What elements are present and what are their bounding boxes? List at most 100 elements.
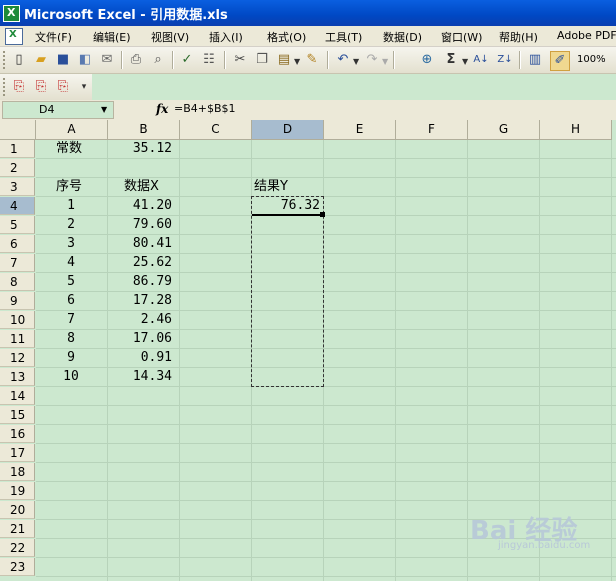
cut-icon[interactable]: ✂ [231, 51, 249, 69]
row-header-19[interactable]: 19 [0, 482, 35, 500]
row-header-11[interactable]: 11 [0, 330, 35, 348]
menu-edit[interactable]: 编辑(E) [93, 29, 131, 45]
cell-a4[interactable]: 1 [36, 197, 88, 215]
cell-b9[interactable]: 17.28 [108, 292, 172, 310]
name-box-dropdown-arrow[interactable]: ▼ [101, 105, 107, 114]
menu-data[interactable]: 数据(D) [383, 29, 422, 45]
cell-b13[interactable]: 14.34 [108, 368, 172, 386]
drawing-icon[interactable]: ✐ [550, 51, 570, 71]
column-header-a[interactable]: A [36, 120, 108, 140]
formula-input[interactable]: =B4+$B$1 [174, 102, 236, 115]
cell-b10[interactable]: 2.46 [108, 311, 172, 329]
cell-a1[interactable]: 常数 [56, 140, 116, 158]
column-header-b[interactable]: B [108, 120, 180, 140]
paste-icon[interactable]: ▤ [275, 51, 293, 69]
row-header-17[interactable]: 17 [0, 444, 35, 462]
selection-range[interactable] [251, 196, 324, 387]
row-header-7[interactable]: 7 [0, 254, 35, 272]
cell-d3[interactable]: 结果Y [254, 178, 324, 196]
row-header-21[interactable]: 21 [0, 520, 35, 538]
document-icon[interactable] [5, 28, 23, 45]
cell-a3[interactable]: 序号 [56, 178, 116, 196]
chart-wizard-icon[interactable]: ▥ [526, 51, 544, 69]
undo-dropdown-arrow[interactable]: ▼ [353, 57, 359, 66]
row-header-10[interactable]: 10 [0, 311, 35, 329]
pdf-email-icon[interactable]: ⎘ [32, 78, 50, 96]
row-header-15[interactable]: 15 [0, 406, 35, 424]
cell-b1[interactable]: 35.12 [108, 140, 172, 158]
row-header-5[interactable]: 5 [0, 216, 35, 234]
cell-b8[interactable]: 86.79 [108, 273, 172, 291]
row-header-23[interactable]: 23 [0, 558, 35, 576]
cell-b6[interactable]: 80.41 [108, 235, 172, 253]
cell-b3[interactable]: 数据X [124, 178, 204, 196]
undo-icon[interactable]: ↶ [334, 51, 352, 69]
select-all-corner[interactable] [0, 120, 36, 140]
cell-a13[interactable]: 10 [36, 368, 88, 386]
cell-b7[interactable]: 25.62 [108, 254, 172, 272]
cell-a7[interactable]: 4 [36, 254, 88, 272]
research-icon[interactable]: ☷ [200, 51, 218, 69]
fill-handle[interactable] [320, 212, 325, 217]
row-header-22[interactable]: 22 [0, 539, 35, 557]
menu-help[interactable]: 帮助(H) [499, 29, 538, 45]
row-header-3[interactable]: 3 [0, 178, 35, 196]
menu-window[interactable]: 窗口(W) [441, 29, 482, 45]
menu-view[interactable]: 视图(V) [151, 29, 189, 45]
cell-a10[interactable]: 7 [36, 311, 88, 329]
row-header-20[interactable]: 20 [0, 501, 35, 519]
row-header-13[interactable]: 13 [0, 368, 35, 386]
sort-ascending-icon[interactable]: A↓ [472, 51, 490, 69]
column-header-d[interactable]: D [252, 120, 324, 140]
convert-to-pdf-icon[interactable]: ⎘ [10, 78, 28, 96]
hyperlink-icon[interactable]: ⊕ [418, 51, 436, 69]
save-icon[interactable]: ■ [54, 51, 72, 69]
cell-a8[interactable]: 5 [36, 273, 88, 291]
pdf-review-icon[interactable]: ⎘ [54, 78, 72, 96]
redo-dropdown-arrow[interactable]: ▼ [382, 57, 388, 66]
menu-tools[interactable]: 工具(T) [325, 29, 362, 45]
menu-insert[interactable]: 插入(I) [209, 29, 243, 45]
paste-dropdown-arrow[interactable]: ▼ [294, 57, 300, 66]
column-header-g[interactable]: G [468, 120, 540, 140]
row-header-4[interactable]: 4 [0, 197, 35, 215]
copy-icon[interactable]: ❐ [253, 51, 271, 69]
column-header-c[interactable]: C [180, 120, 252, 140]
row-header-16[interactable]: 16 [0, 425, 35, 443]
cell-b12[interactable]: 0.91 [108, 349, 172, 367]
row-header-2[interactable]: 2 [0, 159, 35, 177]
cell-a5[interactable]: 2 [36, 216, 88, 234]
autosum-dropdown-arrow[interactable]: ▼ [462, 57, 468, 66]
insert-function-icon[interactable]: fx [156, 102, 168, 116]
cell-a12[interactable]: 9 [36, 349, 88, 367]
redo-icon[interactable]: ↷ [363, 51, 381, 69]
sort-descending-icon[interactable]: Z↓ [496, 51, 514, 69]
cell-b4[interactable]: 41.20 [108, 197, 172, 215]
toolbar-grip[interactable] [3, 78, 8, 96]
new-icon[interactable]: ▯ [10, 51, 28, 69]
name-box[interactable]: D4 ▼ [2, 101, 114, 119]
print-preview-icon[interactable]: ⌕ [149, 51, 167, 69]
permission-icon[interactable]: ◧ [76, 51, 94, 69]
menu-file[interactable]: 文件(F) [35, 29, 72, 45]
cell-b11[interactable]: 17.06 [108, 330, 172, 348]
row-header-1[interactable]: 1 [0, 140, 35, 158]
cell-a6[interactable]: 3 [36, 235, 88, 253]
toolbar-options-icon[interactable]: ▾ [78, 78, 90, 96]
print-icon[interactable]: ⎙ [127, 51, 145, 69]
row-header-9[interactable]: 9 [0, 292, 35, 310]
zoom-level[interactable]: 100% [577, 54, 606, 65]
row-header-12[interactable]: 12 [0, 349, 35, 367]
email-icon[interactable]: ✉ [98, 51, 116, 69]
spelling-icon[interactable]: ✓ [178, 51, 196, 69]
excel-app-icon[interactable] [3, 5, 20, 22]
row-header-14[interactable]: 14 [0, 387, 35, 405]
menu-format[interactable]: 格式(O) [267, 29, 306, 45]
format-painter-icon[interactable]: ✎ [303, 51, 321, 69]
toolbar-grip[interactable] [3, 51, 8, 69]
open-icon[interactable]: ▰ [32, 51, 50, 69]
row-header-18[interactable]: 18 [0, 463, 35, 481]
autosum-icon[interactable]: Σ [442, 51, 460, 69]
row-header-8[interactable]: 8 [0, 273, 35, 291]
cell-a9[interactable]: 6 [36, 292, 88, 310]
